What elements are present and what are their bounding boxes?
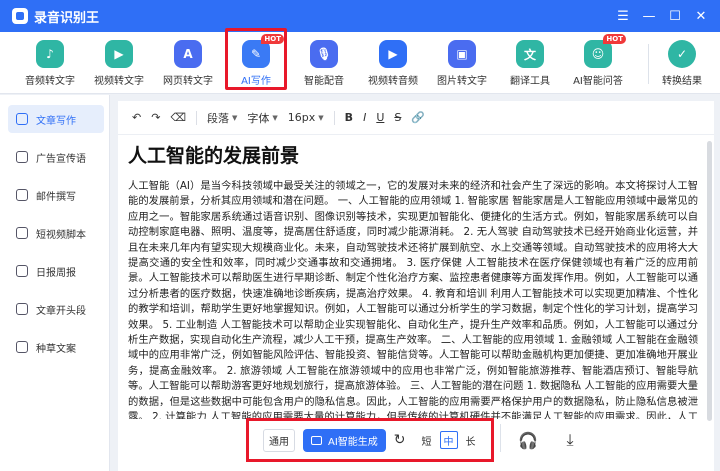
font-size-label: 16px: [287, 111, 316, 124]
toolbar-separator: [196, 110, 197, 125]
sidebar-item-recommend-copy[interactable]: 种草文案: [8, 333, 104, 361]
tool-label: 翻译工具: [510, 76, 550, 87]
font-select[interactable]: 字体 ▼: [247, 110, 277, 126]
tool-translate[interactable]: 文 翻译工具: [500, 36, 560, 90]
tool-label: 网页转文字: [163, 76, 213, 87]
title-bar: 录音识别王 ☰ — ☐ ✕: [0, 0, 720, 32]
video-icon: ▶: [105, 40, 133, 68]
chevron-down-icon: ▼: [272, 113, 278, 122]
sidebar-item-video-script[interactable]: 短视频脚本: [8, 219, 104, 247]
editor-scrollbar[interactable]: [707, 141, 712, 421]
editor-panel: ↶ ↷ ⌫ 段落 ▼ 字体 ▼ 16px ▼ B I U S 🔗 人工智能的发展前景 …: [118, 101, 714, 471]
tool-conversion-results[interactable]: ✓ 转换结果: [652, 36, 712, 90]
app-title: 录音识别王: [34, 10, 100, 26]
strikethrough-button[interactable]: S: [394, 111, 401, 124]
recommend-icon: [16, 341, 28, 353]
tool-label: 图片转文字: [437, 76, 487, 87]
sidebar-item-label: 文章写作: [36, 115, 76, 127]
chevron-down-icon: ▼: [318, 113, 324, 122]
close-icon[interactable]: ✕: [688, 4, 714, 28]
tool-label: 视频转音频: [368, 76, 418, 87]
highlight-box-ai-writing: [225, 28, 287, 90]
sidebar-item-label: 短视频脚本: [36, 229, 86, 241]
menu-icon[interactable]: ☰: [610, 4, 636, 28]
paragraph-select[interactable]: 段落 ▼: [207, 110, 237, 126]
headset-icon[interactable]: 🎧: [516, 428, 540, 452]
tool-label: 转换结果: [662, 76, 702, 87]
sidebar-item-label: 日报周报: [36, 267, 76, 279]
paragraph-icon: [16, 303, 28, 315]
document-body[interactable]: 人工智能（AI）是当今科技领域中最受关注的领域之一，它的发展对未来的经济和社会产…: [128, 179, 698, 419]
minimize-icon[interactable]: —: [636, 4, 662, 28]
tool-label: 智能配音: [304, 76, 344, 87]
length-medium-button[interactable]: 中: [439, 431, 458, 449]
tool-ai-qa[interactable]: ☺ HOT AI智能问答: [568, 34, 628, 90]
font-label: 字体: [247, 111, 270, 125]
tool-video-to-text[interactable]: ▶ 视频转文字: [89, 36, 149, 90]
tool-label: 视频转文字: [94, 76, 144, 87]
italic-button[interactable]: I: [363, 111, 366, 124]
ai-generate-label: AI智能生成: [328, 436, 378, 448]
dubbing-icon: 🎙: [310, 40, 338, 68]
format-toolbar: ↶ ↷ ⌫ 段落 ▼ 字体 ▼ 16px ▼ B I U S 🔗: [118, 101, 714, 135]
ai-qa-icon: ☺ HOT: [584, 34, 626, 68]
maximize-icon[interactable]: ☐: [662, 4, 688, 28]
ad-icon: [16, 151, 28, 163]
translate-icon: 文: [516, 40, 544, 68]
undo-icon[interactable]: ↶: [132, 111, 141, 124]
sidebar-item-daily-report[interactable]: 日报周报: [8, 257, 104, 285]
audio-icon: ♪: [36, 40, 64, 68]
toolbar-divider: [648, 44, 649, 84]
paragraph-label: 段落: [207, 111, 229, 125]
ai-generate-button[interactable]: AI智能生成: [303, 428, 386, 452]
font-size-select[interactable]: 16px ▼: [288, 111, 324, 124]
webpage-icon: A: [174, 40, 202, 68]
report-icon: [16, 265, 28, 277]
script-icon: [16, 227, 28, 239]
tool-webpage-to-text[interactable]: A 网页转文字: [158, 36, 218, 90]
sidebar-item-label: 种草文案: [36, 343, 76, 355]
sidebar-item-article-writing[interactable]: 文章写作: [8, 105, 104, 133]
document-title[interactable]: 人工智能的发展前景: [128, 141, 299, 168]
redo-icon[interactable]: ↷: [151, 111, 160, 124]
tool-video-to-audio[interactable]: ▶ 视频转音频: [363, 36, 423, 90]
result-icon: ✓: [668, 40, 696, 68]
hot-badge: HOT: [603, 34, 626, 44]
sidebar-item-ad-slogan[interactable]: 广告宣传语: [8, 143, 104, 171]
underline-button[interactable]: U: [376, 111, 384, 124]
chevron-down-icon: ▼: [232, 113, 238, 122]
window-controls: ☰ — ☐ ✕: [610, 0, 714, 32]
bold-button[interactable]: B: [345, 111, 353, 124]
sidebar-item-email[interactable]: 邮件撰写: [8, 181, 104, 209]
length-long-button[interactable]: 长: [462, 431, 480, 449]
image-icon: ▣: [448, 40, 476, 68]
email-icon: [16, 189, 28, 201]
bottom-divider: [500, 424, 501, 452]
tool-audio-to-text[interactable]: ♪ 音频转文字: [20, 36, 80, 90]
video-audio-icon: ▶: [379, 40, 407, 68]
generation-bar: 通用 AI智能生成 ↻ 短 中 长: [246, 418, 494, 462]
toolbar-separator: [333, 110, 335, 125]
refresh-icon[interactable]: ↻: [394, 432, 406, 448]
sidebar-item-label: 文章开头段: [36, 305, 86, 317]
sidebar: 文章写作 广告宣传语 邮件撰写 短视频脚本 日报周报 文章开头段 种草文案: [0, 95, 110, 471]
tool-image-to-text[interactable]: ▣ 图片转文字: [432, 36, 492, 90]
download-icon[interactable]: ⤓: [558, 428, 582, 452]
sidebar-item-label: 邮件撰写: [36, 191, 76, 203]
robot-icon: [311, 435, 322, 445]
tool-label: 音频转文字: [25, 76, 75, 87]
mode-general-button[interactable]: 通用: [263, 428, 295, 452]
link-icon[interactable]: 🔗: [411, 111, 425, 124]
sidebar-item-label: 广告宣传语: [36, 153, 86, 165]
main-toolbar: ♪ 音频转文字 ▶ 视频转文字 A 网页转文字 ✎ HOT AI写作 🎙 智能配音…: [0, 32, 720, 94]
sidebar-item-opening-paragraph[interactable]: 文章开头段: [8, 295, 104, 323]
article-icon: [16, 113, 28, 125]
length-short-button[interactable]: 短: [418, 431, 436, 449]
tool-smart-dubbing[interactable]: 🎙 智能配音: [294, 36, 354, 90]
tool-label: AI智能问答: [573, 76, 623, 87]
app-logo-icon: [12, 8, 28, 24]
clear-format-icon[interactable]: ⌫: [170, 111, 186, 124]
